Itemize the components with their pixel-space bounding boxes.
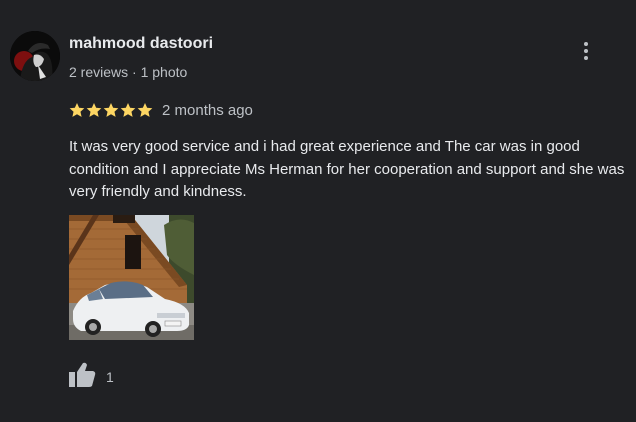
star-rating xyxy=(69,102,153,118)
like-count: 1 xyxy=(106,369,114,385)
review-photo[interactable] xyxy=(69,215,194,340)
star-icon xyxy=(103,103,119,117)
more-vert-icon xyxy=(584,42,588,60)
more-options-button[interactable] xyxy=(574,38,598,64)
review-card: mahmood dastoori 2 reviews · 1 photo 2 m… xyxy=(0,0,636,422)
rating-row: 2 months ago xyxy=(69,100,253,120)
review-time: 2 months ago xyxy=(162,101,253,119)
thumb-up-icon xyxy=(69,362,96,387)
photo-thumbnail-icon xyxy=(69,215,194,340)
like-button[interactable] xyxy=(67,361,101,391)
star-icon xyxy=(137,103,153,117)
star-icon xyxy=(120,103,136,117)
author-name[interactable]: mahmood dastoori xyxy=(69,35,213,53)
author-avatar[interactable] xyxy=(10,31,60,81)
review-text: It was very good service and i had great… xyxy=(69,138,625,200)
star-icon xyxy=(86,103,102,117)
star-icon xyxy=(69,103,85,117)
author-stats[interactable]: 2 reviews · 1 photo xyxy=(69,64,187,80)
avatar-silhouette-icon xyxy=(10,31,60,81)
